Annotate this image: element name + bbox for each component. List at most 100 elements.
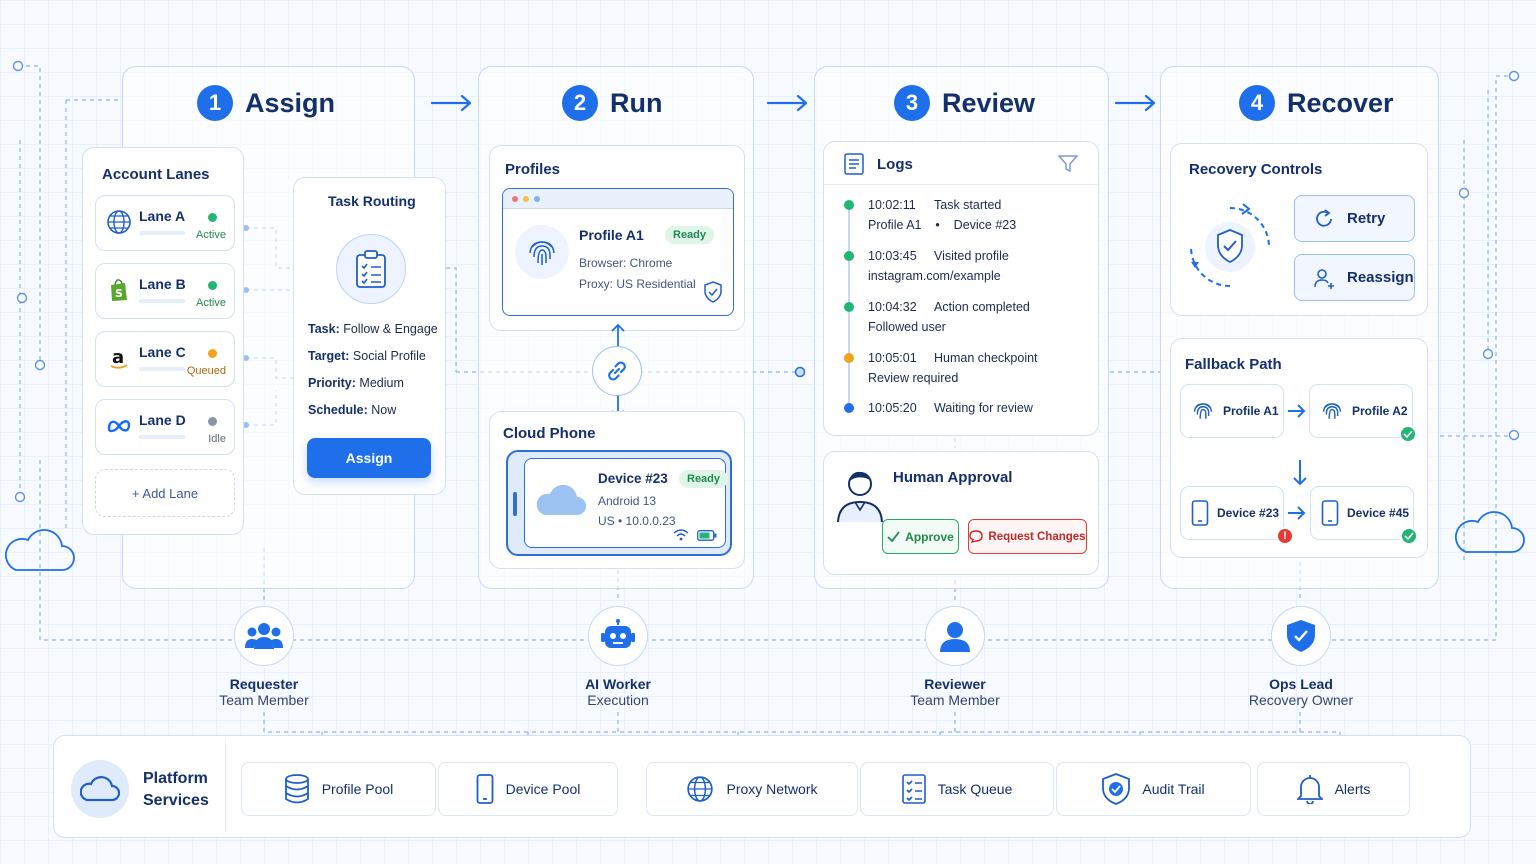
cloud-phone-title: Cloud Phone [503, 425, 596, 442]
stage-run-header: 2 Run [562, 85, 662, 121]
add-lane-button[interactable]: + Add Lane [95, 469, 235, 517]
stage-recover-header: 4 Recover [1239, 85, 1394, 121]
platform-title: Platform Services [143, 770, 209, 809]
profile-window[interactable]: Profile A1 Ready Browser: Chrome Proxy: … [502, 188, 734, 316]
log-text: Human checkpoint [934, 351, 1038, 365]
logs-card: Logs 10:02:11 Task started Profile A1 • … [823, 141, 1100, 436]
reassign-label: Reassign [1347, 269, 1414, 286]
request-changes-button[interactable]: Request Changes [968, 519, 1087, 554]
lane-item[interactable]: a Lane C Queued [95, 331, 235, 387]
service-proxy-network[interactable]: Proxy Network [646, 762, 858, 816]
service-audit-trail[interactable]: Audit Trail [1056, 762, 1251, 816]
retry-label: Retry [1347, 210, 1386, 227]
log-time: 10:05:01 [868, 351, 917, 365]
phone-icon [476, 774, 494, 804]
lane-bar [139, 231, 185, 235]
checklist-icon [901, 774, 926, 804]
shield-icon [704, 281, 722, 303]
log-text: Action completed [934, 300, 1030, 314]
log-text: Visited profile [934, 249, 1009, 263]
comment-icon [969, 530, 984, 543]
lane-status: Idle [208, 433, 226, 445]
lane-item[interactable]: Lane D Idle [95, 399, 235, 455]
fallback-profile-a1[interactable]: Profile A1 [1180, 384, 1284, 438]
approve-label: Approve [905, 529, 954, 544]
refresh-icon [1316, 208, 1332, 227]
approve-button[interactable]: Approve [882, 519, 959, 554]
stage-number: 4 [1239, 85, 1275, 121]
log-icon [844, 153, 864, 175]
device-os: Android 13 [598, 494, 657, 508]
amazon-icon: a [110, 347, 128, 369]
fallback-path-title: Fallback Path [1185, 356, 1282, 373]
lane-status: Active [196, 229, 226, 241]
log-status-dot [844, 353, 854, 363]
task-routing-title: Task Routing [328, 193, 416, 209]
service-device-pool[interactable]: Device Pool [438, 762, 618, 816]
log-text: Task started [934, 198, 1002, 212]
recovery-controls-card: Recovery Controls Retry Reassign [1170, 143, 1428, 316]
stage-number: 3 [894, 85, 930, 121]
check-icon [887, 531, 900, 542]
log-time: 10:02:11 [868, 198, 916, 212]
window-titlebar [503, 189, 733, 209]
service-label: Proxy Network [726, 781, 818, 797]
wifi-icon [673, 529, 689, 541]
status-dot [208, 349, 217, 358]
service-label: Alerts [1334, 781, 1371, 797]
stage-number: 1 [197, 85, 233, 121]
lane-name: Lane D [139, 412, 186, 428]
svg-text:a: a [112, 347, 124, 368]
lane-item[interactable]: Lane A Active [95, 195, 235, 251]
service-profile-pool[interactable]: Profile Pool [241, 762, 436, 816]
user-avatar-icon [837, 471, 883, 523]
phone-frame[interactable]: Device #23 Ready Android 13 US • 10.0.0.… [506, 450, 732, 556]
log-status-dot [844, 200, 854, 210]
profiles-card: Profiles Profile A1 Ready Browser: Chrom… [489, 145, 745, 331]
log-subtext: Profile A1 • Device #23 [868, 218, 1017, 232]
persona-title: Reviewer [924, 676, 986, 692]
device-name: Device #23 [598, 471, 668, 486]
persona-title: AI Worker [585, 676, 651, 692]
service-label: Audit Trail [1142, 781, 1205, 797]
profile-status-badge: Ready [665, 226, 715, 244]
cloud-icon [536, 484, 586, 515]
routing-target: Target: Social Profile [308, 349, 426, 363]
retry-button[interactable]: Retry [1294, 195, 1415, 242]
fingerprint-icon [1193, 403, 1213, 419]
success-check-icon [1399, 425, 1417, 443]
persona-reviewer: Reviewer Team Member [875, 606, 1035, 708]
service-label: Task Queue [937, 781, 1013, 797]
user-icon [925, 606, 985, 666]
fallback-device-23[interactable]: Device #23 [1180, 486, 1284, 540]
persona-ai-worker: AI Worker Execution [538, 606, 698, 708]
service-task-queue[interactable]: Task Queue [860, 762, 1054, 816]
persona-title: Requester [229, 676, 299, 692]
filter-icon[interactable] [1058, 155, 1078, 173]
persona-subtitle: Team Member [910, 692, 1000, 708]
persona-subtitle: Team Member [219, 692, 309, 708]
reassign-button[interactable]: Reassign [1294, 254, 1415, 301]
device-status-badge: Ready [679, 470, 729, 488]
logs-title: Logs [877, 156, 913, 173]
log-time: 10:05:20 [868, 401, 917, 415]
routing-schedule: Schedule: Now [308, 403, 397, 417]
persona-subtitle: Execution [587, 692, 649, 708]
success-check-icon [1400, 527, 1418, 545]
persona-requester: Requester Team Member [184, 606, 344, 708]
status-dot [208, 281, 217, 290]
profile-name: Profile A1 [579, 227, 644, 243]
account-lanes-card: Account Lanes Lane A Active S Lane B Act… [82, 147, 244, 535]
assign-button[interactable]: Assign [307, 438, 431, 478]
stage-title: Run [610, 87, 663, 118]
shopify-icon: S [111, 279, 127, 301]
fallback-label: Profile A2 [1352, 404, 1408, 418]
status-dot [208, 417, 217, 426]
human-approval-card: Human Approval Approve Request Changes [823, 451, 1099, 575]
lane-item[interactable]: S Lane B Active [95, 263, 235, 319]
service-alerts[interactable]: Alerts [1257, 762, 1410, 816]
globe-icon [687, 776, 714, 802]
meta-icon [107, 420, 131, 433]
lane-status: Active [196, 297, 226, 309]
user-switch-icon [1314, 268, 1334, 289]
